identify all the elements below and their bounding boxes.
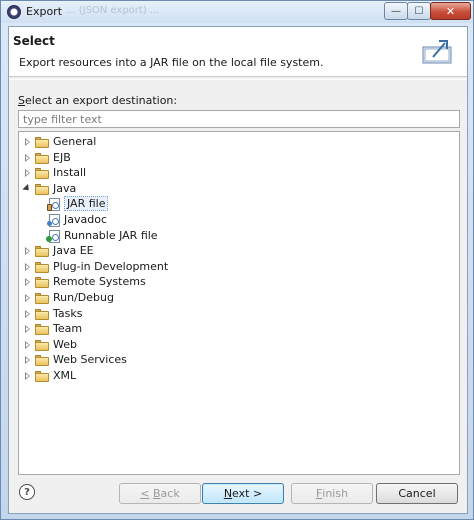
dialog-client-area: Select Export resources into a JAR file … [8, 26, 468, 514]
tree-item-label: Runnable JAR file [64, 228, 158, 242]
tree-item-label: General [53, 135, 97, 148]
folder-icon [35, 246, 49, 258]
expand-arrow-icon[interactable] [23, 340, 31, 349]
folder-icon [35, 183, 49, 195]
tree-item-label: Remote Systems [53, 275, 146, 289]
folder-icon [35, 355, 49, 367]
folder-icon [35, 308, 49, 320]
tree-item-team[interactable]: Team [19, 321, 459, 337]
tree-item-label: JAR file [64, 196, 109, 212]
folder-icon [35, 261, 49, 273]
expand-arrow-icon[interactable] [23, 372, 31, 380]
expand-arrow-icon[interactable] [23, 356, 31, 365]
expand-arrow-icon[interactable] [23, 294, 31, 302]
minimize-button[interactable]: — [384, 2, 408, 20]
tree-item-label: Web Services [53, 353, 127, 367]
tree-item-web[interactable]: Web [19, 337, 459, 353]
tree-item-javadoc[interactable]: Javadoc [19, 212, 459, 228]
tree-item-java-ee[interactable]: Java EE [19, 243, 459, 259]
folder-icon [35, 137, 49, 148]
page-description: Export resources into a JAR file on the … [19, 56, 324, 69]
jar-file-icon [47, 198, 60, 212]
wizard-banner: Select Export resources into a JAR file … [9, 27, 467, 77]
cancel-button[interactable]: Cancel [376, 483, 458, 504]
export-icon [422, 40, 452, 64]
tree-item-install[interactable]: Install [19, 165, 459, 181]
banner-separator [9, 79, 467, 80]
expand-arrow-icon[interactable] [23, 309, 31, 318]
filter-input[interactable] [18, 110, 460, 128]
tree-item-run-debug[interactable]: Run/Debug [19, 290, 459, 306]
tree-item-label: Install [53, 166, 87, 180]
tree-item-tasks[interactable]: Tasks [19, 306, 459, 322]
tree-item-label: XML [53, 369, 77, 382]
export-dialog-window: Export ... (JSON export) ... — ☐ ✕ Selec… [0, 0, 474, 520]
runnable-jar-icon [46, 229, 60, 243]
tree-item-label: EJB [53, 150, 71, 164]
expand-arrow-icon[interactable] [23, 262, 31, 271]
maximize-button[interactable]: ☐ [407, 2, 431, 20]
folder-icon [35, 168, 49, 180]
tree-item-xml[interactable]: XML [19, 368, 459, 384]
folder-icon [35, 324, 49, 336]
expand-arrow-icon[interactable] [23, 153, 31, 162]
back-button: < Back [119, 483, 201, 504]
tree-item-runnable-jar-file[interactable]: Runnable JAR file [19, 228, 459, 244]
tree-item-plug-in-development[interactable]: Plug-in Development [19, 259, 459, 275]
folder-icon [35, 152, 49, 164]
tree-item-label: Web [53, 337, 77, 351]
export-destination-label: Select an export destination: [18, 94, 178, 107]
tree-item-remote-systems[interactable]: Remote Systems [19, 274, 459, 290]
finish-button: Finish [291, 483, 373, 504]
titlebar[interactable]: Export ... (JSON export) ... — ☐ ✕ [1, 1, 473, 23]
tree-item-label: Java [53, 181, 77, 195]
close-button[interactable]: ✕ [430, 2, 471, 20]
expand-arrow-icon[interactable] [23, 325, 31, 334]
page-title: Select [13, 34, 55, 48]
tree-item-label: Plug-in Development [53, 259, 169, 273]
window-title: Export [26, 5, 63, 18]
folder-icon [35, 339, 49, 351]
help-icon[interactable]: ? [19, 484, 35, 500]
collapse-arrow-icon[interactable] [23, 185, 31, 193]
tree-item-label: Java EE [53, 244, 94, 258]
folder-icon [35, 371, 49, 382]
expand-arrow-icon[interactable] [23, 138, 31, 146]
javadoc-icon [47, 214, 60, 227]
tree-item-label: Tasks [53, 306, 83, 320]
expand-arrow-icon[interactable] [23, 278, 31, 287]
folder-icon [35, 277, 49, 289]
next-button[interactable]: Next > [202, 483, 284, 504]
tree-item-ejb[interactable]: EJB [19, 150, 459, 166]
folder-icon [35, 293, 49, 304]
tree-item-label: Javadoc [64, 213, 107, 226]
tree-item-label: Team [53, 322, 83, 336]
tree-item-label: Run/Debug [53, 291, 114, 304]
expand-arrow-icon[interactable] [23, 247, 31, 256]
expand-arrow-icon[interactable] [23, 169, 31, 178]
tree-item-general[interactable]: General [19, 134, 459, 150]
export-wizard-tree[interactable]: General EJB Install Java JAR file Javadoc Runn… [18, 131, 460, 475]
tree-item-jar-file[interactable]: JAR file [19, 196, 459, 212]
eclipse-icon[interactable] [7, 5, 21, 19]
background-window-title: ... (JSON export) ... [66, 5, 160, 16]
tree-item-web-services[interactable]: Web Services [19, 352, 459, 368]
tree-item-java[interactable]: Java [19, 181, 459, 197]
